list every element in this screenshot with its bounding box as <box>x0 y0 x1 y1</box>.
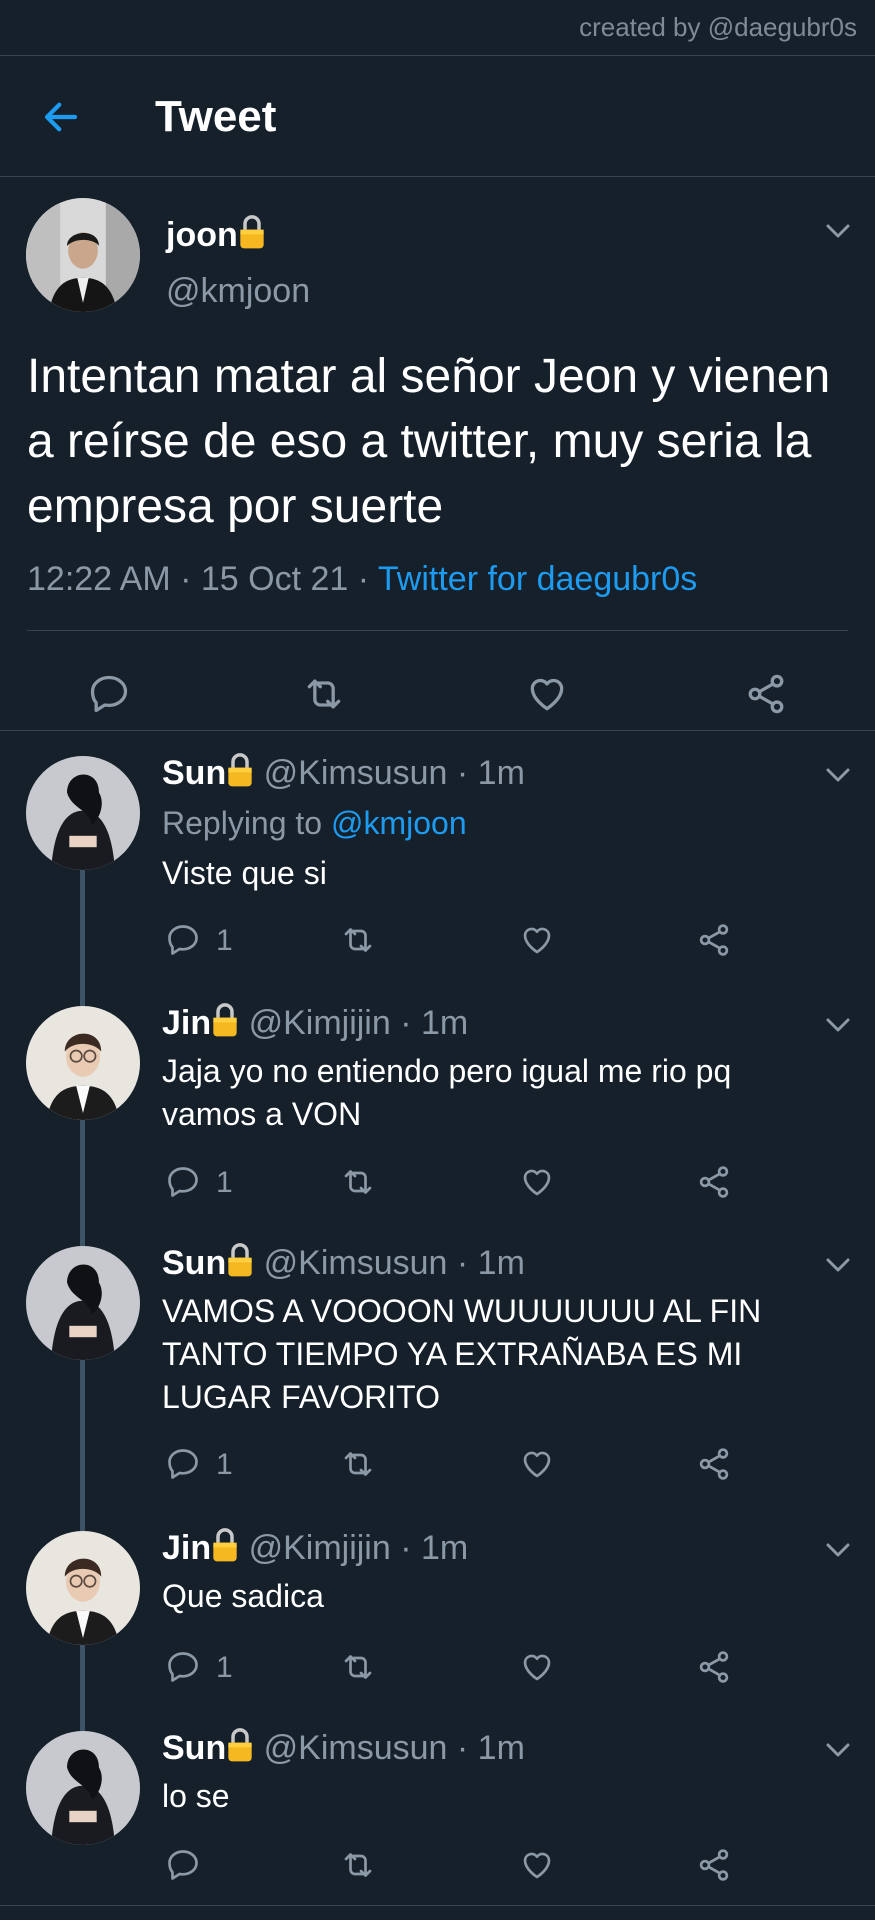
reply-icon[interactable] <box>165 1164 201 1200</box>
tweet-author-name[interactable]: joon <box>166 214 266 255</box>
reply-action-bar: 1 <box>0 922 875 962</box>
tweet-timestamp: 12:22 AM · 15 Oct 21 · <box>27 560 378 598</box>
reply-author-name[interactable]: Jin <box>162 1004 211 1042</box>
reply-icon[interactable] <box>165 1446 201 1482</box>
lock-icon <box>226 1242 254 1278</box>
divider <box>0 1905 875 1906</box>
thread-line <box>80 980 85 1006</box>
reply-text: lo se <box>162 1778 230 1814</box>
share-icon[interactable] <box>696 1164 732 1200</box>
reply-icon[interactable] <box>165 1649 201 1685</box>
avatar[interactable] <box>26 198 140 312</box>
tweet-author-handle[interactable]: @kmjoon <box>166 272 310 311</box>
reply-text: Que sadica <box>162 1578 324 1614</box>
lock-icon <box>211 1527 239 1563</box>
lock-icon <box>226 752 254 788</box>
tweet-text: Intentan matar al señor Jeon y vienen a … <box>27 350 831 533</box>
avatar[interactable] <box>26 1006 140 1120</box>
replying-to-link[interactable]: @kmjoon <box>331 805 467 841</box>
avatar[interactable] <box>26 1246 140 1360</box>
share-icon[interactable] <box>696 1649 732 1685</box>
like-icon[interactable] <box>519 1164 555 1200</box>
reply-count: 1 <box>216 1448 233 1481</box>
share-icon[interactable] <box>696 1847 732 1883</box>
like-icon[interactable] <box>525 672 569 716</box>
reply-header: Sun @Kimsusun · 1m <box>162 1242 525 1283</box>
chevron-down-icon[interactable] <box>825 1741 851 1759</box>
like-icon[interactable] <box>519 1446 555 1482</box>
chevron-down-icon[interactable] <box>825 222 851 240</box>
reply-action-bar: 1 <box>0 1164 875 1204</box>
lock-icon <box>226 1727 254 1763</box>
avatar[interactable] <box>26 1731 140 1845</box>
lock-icon <box>211 1002 239 1038</box>
lock-icon <box>238 214 266 250</box>
reply-author-name[interactable]: Sun <box>162 754 226 792</box>
avatar[interactable] <box>26 756 140 870</box>
reply-author-name[interactable]: Jin <box>162 1529 211 1567</box>
share-icon[interactable] <box>696 922 732 958</box>
reply-action-bar <box>0 1847 875 1887</box>
thread-line <box>80 1705 85 1731</box>
reply-author-name[interactable]: Sun <box>162 1729 226 1767</box>
reply-tweet[interactable]: Jin @Kimjijin · 1m Jaja yo no entiendo p… <box>0 980 875 1220</box>
author-name-text: joon <box>166 216 238 254</box>
retweet-icon[interactable] <box>340 1164 376 1200</box>
reply-author-handle[interactable]: @Kimjijin · 1m <box>249 1004 469 1042</box>
reply-author-handle[interactable]: @Kimjijin · 1m <box>249 1529 469 1567</box>
reply-author-handle[interactable]: @Kimsusun · 1m <box>264 754 525 792</box>
reply-icon[interactable] <box>165 922 201 958</box>
tweet-action-bar <box>0 652 875 736</box>
reply-icon[interactable] <box>87 672 131 716</box>
reply-tweet[interactable]: Sun @Kimsusun · 1m lo se <box>0 1705 875 1905</box>
thread-line <box>80 1505 85 1531</box>
reply-header: Sun @Kimsusun · 1m <box>162 1727 525 1768</box>
like-icon[interactable] <box>519 1649 555 1685</box>
thread-line <box>80 1220 85 1246</box>
reply-text: VAMOS A VOOOON WUUUUUUU AL FIN TANTO TIE… <box>162 1293 762 1415</box>
retweet-icon[interactable] <box>340 1446 376 1482</box>
like-icon[interactable] <box>519 922 555 958</box>
like-icon[interactable] <box>519 1847 555 1883</box>
tweet-source-link[interactable]: Twitter for daegubr0s <box>378 560 697 598</box>
retweet-icon[interactable] <box>302 672 346 716</box>
reply-header: Sun @Kimsusun · 1m <box>162 752 525 793</box>
reply-author-name[interactable]: Sun <box>162 1244 226 1282</box>
reply-text: Viste que si <box>162 855 327 891</box>
chevron-down-icon[interactable] <box>825 1541 851 1559</box>
reply-action-bar: 1 <box>0 1446 875 1486</box>
share-icon[interactable] <box>744 672 788 716</box>
chevron-down-icon[interactable] <box>825 1256 851 1274</box>
chevron-down-icon[interactable] <box>825 766 851 784</box>
page-title: Tweet <box>155 92 277 141</box>
reply-count: 1 <box>216 1651 233 1684</box>
top-bar: Tweet <box>0 56 875 176</box>
reply-author-handle[interactable]: @Kimsusun · 1m <box>264 1244 525 1282</box>
divider <box>0 176 875 177</box>
reply-count: 1 <box>216 1166 233 1199</box>
creator-credit: created by @daegubr0s <box>579 12 857 42</box>
reply-tweet[interactable]: Sun @Kimsusun · 1m VAMOS A VOOOON WUUUUU… <box>0 1220 875 1505</box>
tweet-meta: 12:22 AM · 15 Oct 21 · Twitter for daegu… <box>27 560 697 599</box>
reply-author-handle[interactable]: @Kimsusun · 1m <box>264 1729 525 1767</box>
retweet-icon[interactable] <box>340 1649 376 1685</box>
reply-count: 1 <box>216 924 233 957</box>
reply-header: Jin @Kimjijin · 1m <box>162 1527 468 1568</box>
retweet-icon[interactable] <box>340 1847 376 1883</box>
avatar[interactable] <box>26 1531 140 1645</box>
share-icon[interactable] <box>696 1446 732 1482</box>
reply-icon[interactable] <box>165 1847 201 1883</box>
back-arrow-icon[interactable] <box>40 96 82 138</box>
reply-tweet[interactable]: Sun @Kimsusun · 1m Replying to @kmjoon V… <box>0 730 875 980</box>
replying-to: Replying to @kmjoon <box>162 802 822 845</box>
reply-header: Jin @Kimjijin · 1m <box>162 1002 468 1043</box>
reply-action-bar: 1 <box>0 1649 875 1689</box>
divider <box>27 630 848 631</box>
replying-to-label: Replying to <box>162 805 331 841</box>
retweet-icon[interactable] <box>340 922 376 958</box>
reply-tweet[interactable]: Jin @Kimjijin · 1m Que sadica 1 <box>0 1505 875 1705</box>
reply-text: Jaja yo no entiendo pero igual me rio pq… <box>162 1053 732 1132</box>
chevron-down-icon[interactable] <box>825 1016 851 1034</box>
